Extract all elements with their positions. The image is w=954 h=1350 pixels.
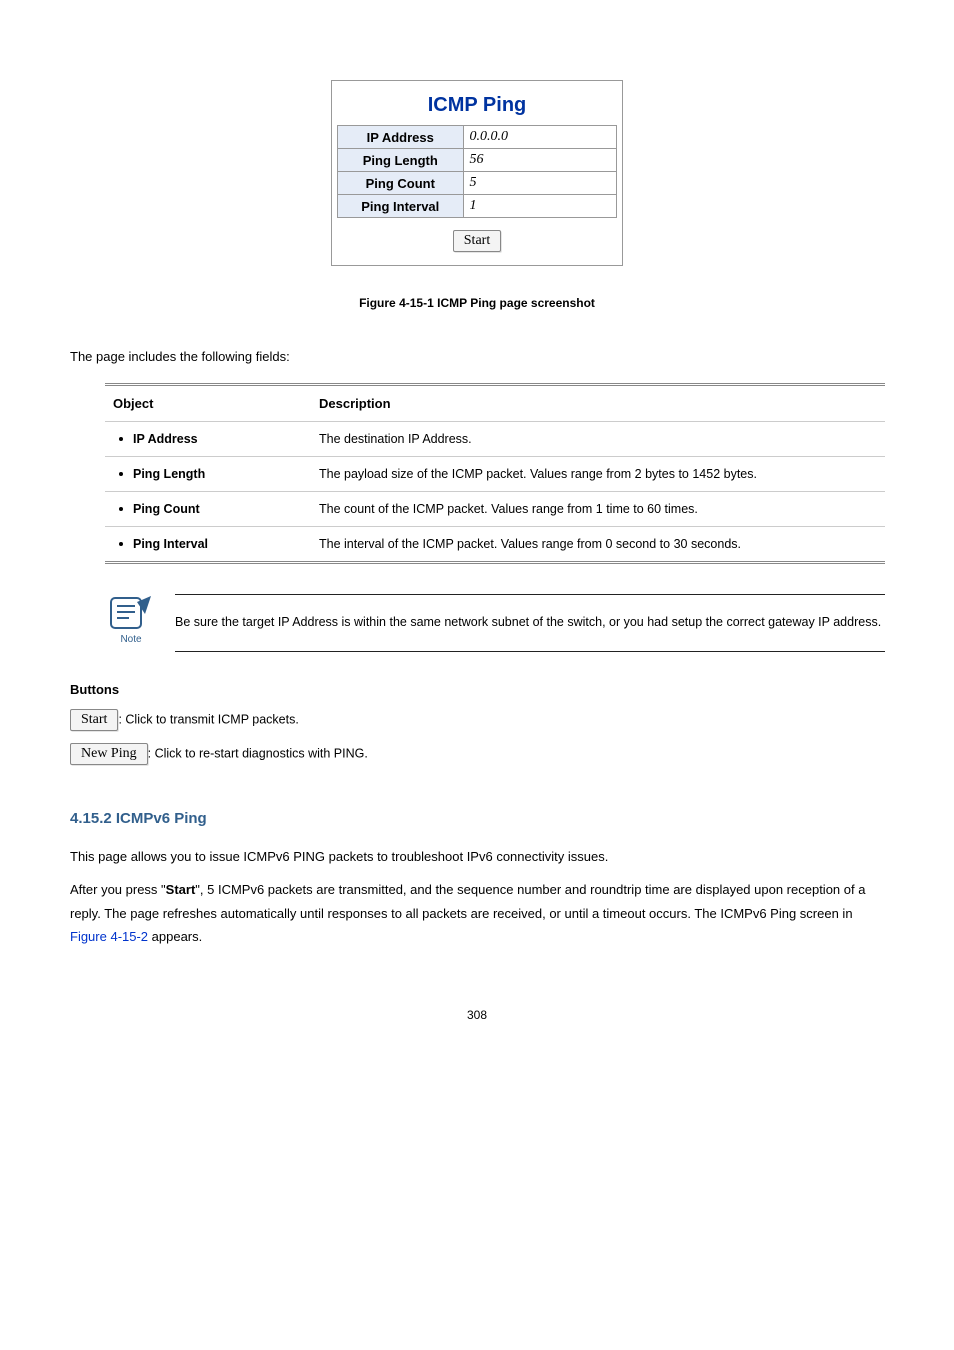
paragraph-line-1: This page allows you to issue ICMPv6 PIN… <box>70 845 884 868</box>
button-desc: : Click to transmit ICMP packets. <box>118 712 298 726</box>
start-button[interactable]: Start <box>453 230 501 252</box>
figure-text: ICMP Ping page screenshot <box>437 296 595 310</box>
table-row: Ping Length The payload size of the ICMP… <box>105 457 885 492</box>
bullet-icon <box>119 542 123 546</box>
obj-name: Ping Length <box>133 467 205 481</box>
note-text: Be sure the target IP Address is within … <box>175 594 885 652</box>
obj-name: IP Address <box>133 432 198 446</box>
ip-address-label: IP Address <box>338 126 464 149</box>
start-button-inline[interactable]: Start <box>70 709 118 731</box>
intro-text: The page includes the following fields: <box>70 345 884 368</box>
obj-desc: The count of the ICMP packet. Values ran… <box>311 492 885 527</box>
note-label: Note <box>105 634 157 645</box>
section-title: 4.15.2 ICMPv6 Ping <box>70 810 884 827</box>
table-row: IP Address The destination IP Address. <box>105 422 885 457</box>
ping-count-label: Ping Count <box>338 172 464 195</box>
col-description: Description <box>311 385 885 422</box>
obj-desc: The payload size of the ICMP packet. Val… <box>311 457 885 492</box>
table-row: Ping Count The count of the ICMP packet.… <box>105 492 885 527</box>
obj-name: Ping Interval <box>133 537 208 551</box>
ping-length-input[interactable]: 56 <box>463 149 616 172</box>
panel-title: ICMP Ping <box>337 86 617 125</box>
fields-table: Object Description IP Address The destin… <box>105 383 885 564</box>
button-desc: : Click to re-start diagnostics with PIN… <box>148 746 368 760</box>
figure-caption: Figure 4-15-1 ICMP Ping page screenshot <box>70 296 884 310</box>
bullet-icon <box>119 472 123 476</box>
obj-desc: The destination IP Address. <box>311 422 885 457</box>
note-block: Note Be sure the target IP Address is wi… <box>105 594 885 652</box>
ip-address-input[interactable]: 0.0.0.0 <box>463 126 616 149</box>
note-icon: Note <box>105 594 157 645</box>
ping-interval-label: Ping Interval <box>338 195 464 218</box>
page-number: 308 <box>70 1008 884 1022</box>
new-ping-button-inline[interactable]: New Ping <box>70 743 148 765</box>
ping-count-input[interactable]: 5 <box>463 172 616 195</box>
icmp-ping-panel: ICMP Ping IP Address 0.0.0.0 Ping Length… <box>331 80 623 266</box>
figure-number: Figure 4-15-1 <box>359 296 434 310</box>
bullet-icon <box>119 507 123 511</box>
table-row: Ping Interval The interval of the ICMP p… <box>105 527 885 563</box>
button-desc-line: Start: Click to transmit ICMP packets. <box>70 709 884 731</box>
button-desc-line: New Ping: Click to re-start diagnostics … <box>70 743 884 765</box>
figure-link[interactable]: Figure 4-15-2 <box>70 929 148 944</box>
obj-name: Ping Count <box>133 502 200 516</box>
obj-desc: The interval of the ICMP packet. Values … <box>311 527 885 563</box>
buttons-heading: Buttons <box>70 682 884 697</box>
ping-length-label: Ping Length <box>338 149 464 172</box>
col-object: Object <box>105 385 311 422</box>
ping-interval-input[interactable]: 1 <box>463 195 616 218</box>
bullet-icon <box>119 437 123 441</box>
paragraph-line-2: After you press "Start", 5 ICMPv6 packet… <box>70 878 884 948</box>
